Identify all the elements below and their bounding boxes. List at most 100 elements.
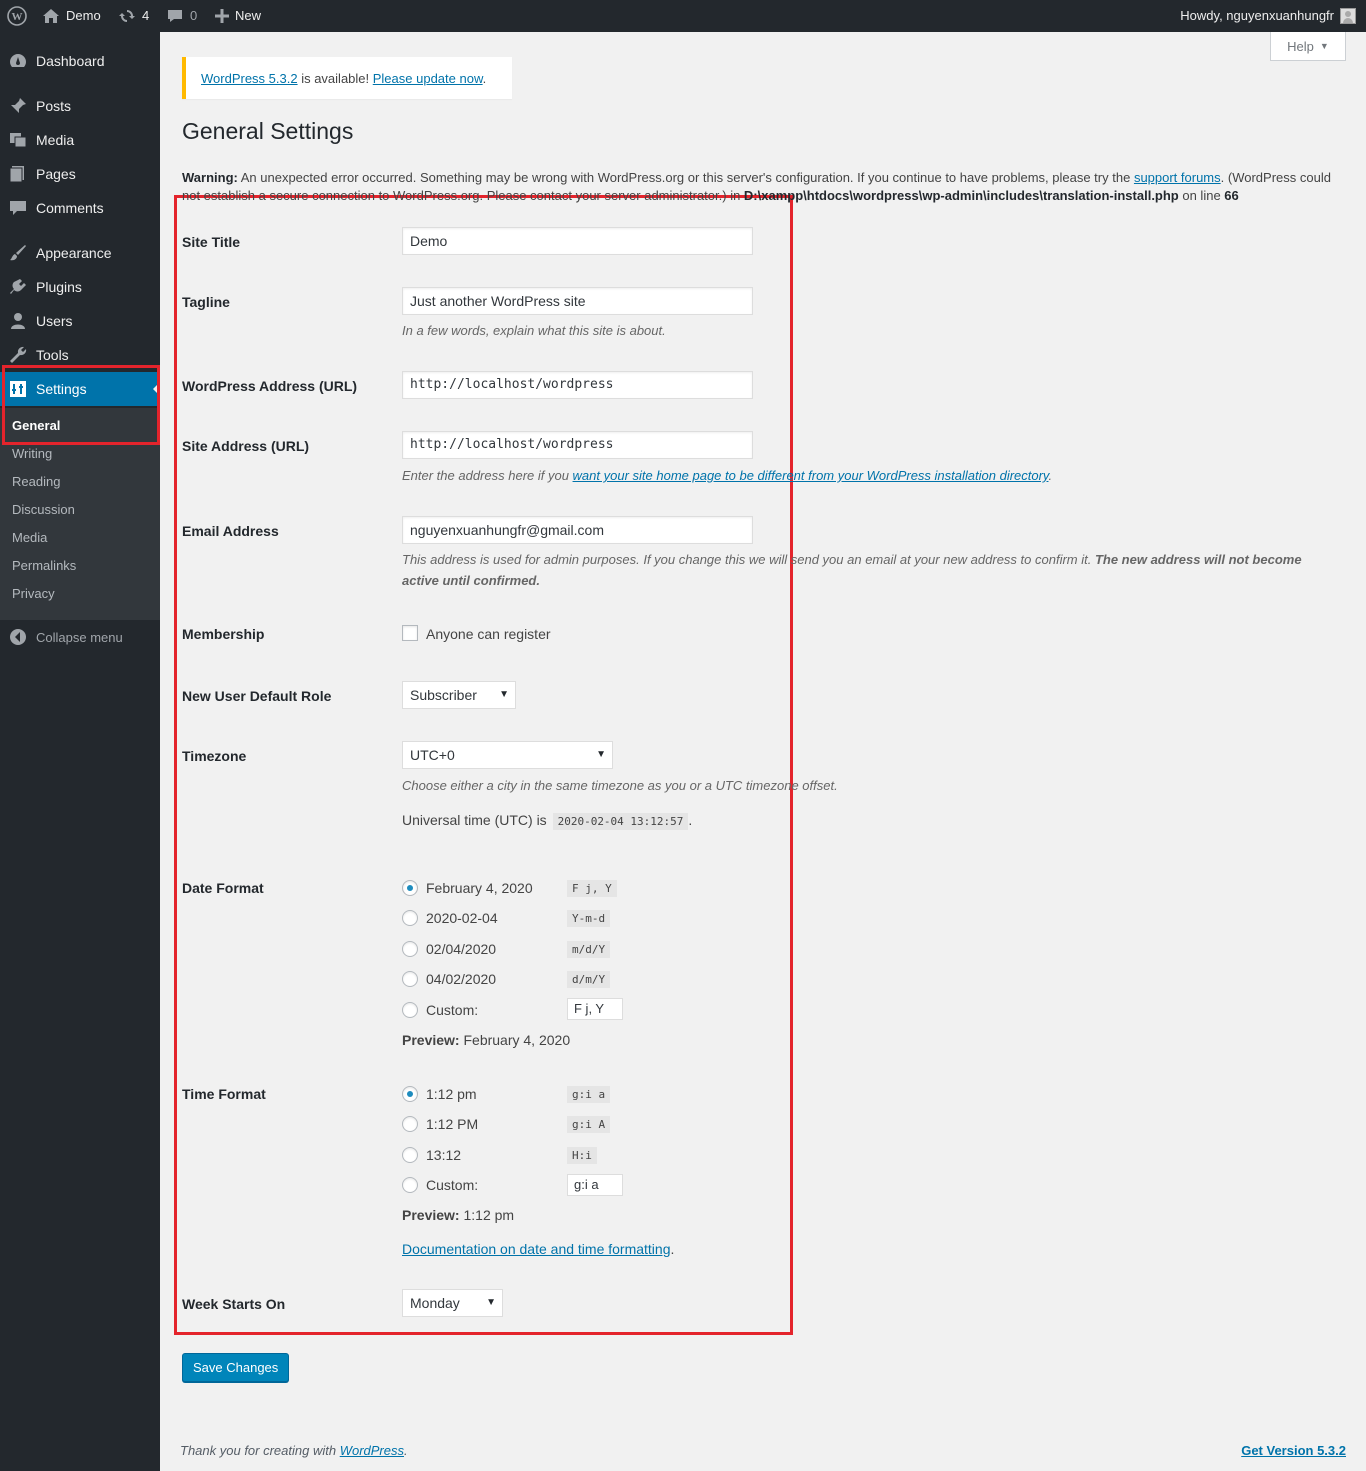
time-format-option-label: 1:12 pm: [426, 1086, 477, 1102]
timezone-select[interactable]: UTC+0 ▼: [402, 741, 613, 769]
time-preview-value: 1:12 pm: [459, 1207, 515, 1223]
email-label: Email Address: [182, 523, 279, 539]
comments-link[interactable]: 0: [166, 0, 197, 32]
email-description: This address is used for admin purposes.…: [402, 549, 1342, 591]
menu-posts[interactable]: Posts: [0, 89, 160, 123]
greeting: Howdy, nguyenxuanhungfr: [1180, 8, 1334, 23]
menu-label: Appearance: [36, 245, 112, 261]
submenu-privacy[interactable]: Privacy: [12, 580, 55, 608]
site-title-input[interactable]: Demo: [402, 227, 753, 255]
date-format-radio[interactable]: [402, 941, 418, 957]
menu-media[interactable]: Media: [0, 123, 160, 157]
svg-text:W: W: [12, 11, 23, 23]
time-format-radio[interactable]: [402, 1086, 418, 1102]
membership-label: Membership: [182, 626, 265, 642]
date-format-radio[interactable]: [402, 910, 418, 926]
menu-label: Users: [36, 313, 73, 329]
menu-label: Settings: [36, 381, 87, 397]
submenu-media[interactable]: Media: [12, 524, 47, 552]
menu-comments[interactable]: Comments: [0, 191, 160, 225]
date-format-option-label: 04/02/2020: [426, 971, 497, 987]
site-address-input[interactable]: http://localhost/wordpress: [402, 431, 753, 459]
get-version-link[interactable]: Get Version 5.3.2: [1241, 1443, 1346, 1458]
time-preview-label: Preview:: [402, 1207, 460, 1223]
default-role-select[interactable]: Subscriber ▼: [402, 681, 516, 709]
time-format-label: Time Format: [182, 1086, 266, 1102]
save-changes-button[interactable]: Save Changes: [182, 1353, 290, 1382]
date-format-custom-radio[interactable]: [402, 1002, 418, 1018]
menu-label: Media: [36, 132, 75, 148]
email-desc-text: This address is used for admin purposes.…: [402, 552, 1095, 567]
menu-label: Dashboard: [36, 53, 105, 69]
date-time-doc-link[interactable]: Documentation on date and time formattin…: [402, 1241, 671, 1257]
my-account[interactable]: Howdy, nguyenxuanhungfr: [1180, 0, 1356, 32]
default-role-label: New User Default Role: [182, 688, 332, 704]
week-start-value: Monday: [410, 1295, 460, 1311]
menu-users[interactable]: Users: [0, 304, 160, 338]
user-icon: [0, 311, 36, 331]
updates-count: 4: [142, 8, 150, 23]
new-content-link[interactable]: New: [215, 0, 261, 32]
footer-end: .: [404, 1443, 408, 1458]
caret-down-icon: ▼: [1319, 41, 1329, 51]
utc-end: .: [688, 812, 693, 828]
wp-address-input[interactable]: http://localhost/wordpress: [402, 371, 753, 399]
help-button[interactable]: Help ▼: [1270, 32, 1346, 61]
footer-text: Thank you for creating with: [180, 1443, 340, 1458]
menu-pages[interactable]: Pages: [0, 157, 160, 191]
week-start-select[interactable]: Monday ▼: [402, 1289, 503, 1317]
wordpress-logo-icon[interactable]: W: [7, 0, 27, 32]
media-icon: [0, 130, 36, 150]
collapse-menu-button[interactable]: Collapse menu: [0, 620, 160, 654]
tagline-label: Tagline: [182, 294, 230, 310]
submenu-writing[interactable]: Writing: [12, 440, 52, 468]
time-format-code: H:i: [567, 1147, 597, 1164]
time-format-radio[interactable]: [402, 1147, 418, 1163]
time-format-custom-input[interactable]: g:i a: [567, 1174, 623, 1196]
warning-message: Warning: An unexpected error occurred. S…: [182, 169, 1342, 203]
week-start-label: Week Starts On: [182, 1296, 286, 1312]
notice-end: .: [482, 70, 487, 86]
plugin-icon: [0, 277, 36, 297]
date-format-label: Date Format: [182, 880, 264, 896]
tagline-input[interactable]: Just another WordPress site: [402, 287, 753, 315]
submenu-permalinks[interactable]: Permalinks: [12, 552, 76, 580]
time-format-radio[interactable]: [402, 1116, 418, 1132]
date-format-custom-input[interactable]: F j, Y: [567, 998, 623, 1020]
version-link[interactable]: WordPress 5.3.2: [201, 71, 298, 86]
time-format-custom-label: Custom:: [426, 1177, 479, 1193]
menu-appearance[interactable]: Appearance: [0, 236, 160, 270]
warning-label: Warning:: [182, 170, 238, 185]
email-input[interactable]: nguyenxuanhungfr@gmail.com: [402, 516, 753, 544]
menu-label: Plugins: [36, 279, 82, 295]
menu-plugins[interactable]: Plugins: [0, 270, 160, 304]
date-format-radio[interactable]: [402, 971, 418, 987]
menu-settings[interactable]: Settings: [0, 372, 160, 406]
menu-tools[interactable]: Tools: [0, 338, 160, 372]
time-format-custom-radio[interactable]: [402, 1177, 418, 1193]
support-forums-link[interactable]: support forums: [1134, 170, 1221, 185]
submenu-general[interactable]: General: [12, 412, 60, 440]
menu-label: Pages: [36, 166, 76, 182]
dashboard-icon: [0, 51, 36, 71]
update-now-link[interactable]: Please update now: [373, 71, 483, 86]
collapse-icon: [0, 628, 36, 646]
date-format-radio[interactable]: [402, 880, 418, 896]
submenu-reading[interactable]: Reading: [12, 468, 60, 496]
date-preview: Preview: February 4, 2020: [402, 1032, 570, 1048]
menu-dashboard[interactable]: Dashboard: [0, 44, 160, 78]
anyone-can-register-checkbox[interactable]: [402, 625, 418, 641]
date-format-code: Y-m-d: [567, 910, 611, 927]
date-format-option-label: 02/04/2020: [426, 941, 497, 957]
desc-text: Enter the address here if you: [402, 468, 573, 483]
wp-address-label: WordPress Address (URL): [182, 378, 358, 394]
updates-link[interactable]: 4: [118, 0, 149, 32]
site-name: Demo: [66, 8, 101, 23]
collapse-label: Collapse menu: [36, 629, 123, 645]
utc-label: Universal time (UTC) is: [402, 812, 547, 828]
wordpress-link[interactable]: WordPress: [340, 1443, 404, 1458]
time-format-code: g:i a: [567, 1086, 611, 1103]
submenu-discussion[interactable]: Discussion: [12, 496, 75, 524]
site-link[interactable]: Demo: [42, 0, 101, 32]
site-address-doc-link[interactable]: want your site home page to be different…: [573, 468, 1049, 483]
